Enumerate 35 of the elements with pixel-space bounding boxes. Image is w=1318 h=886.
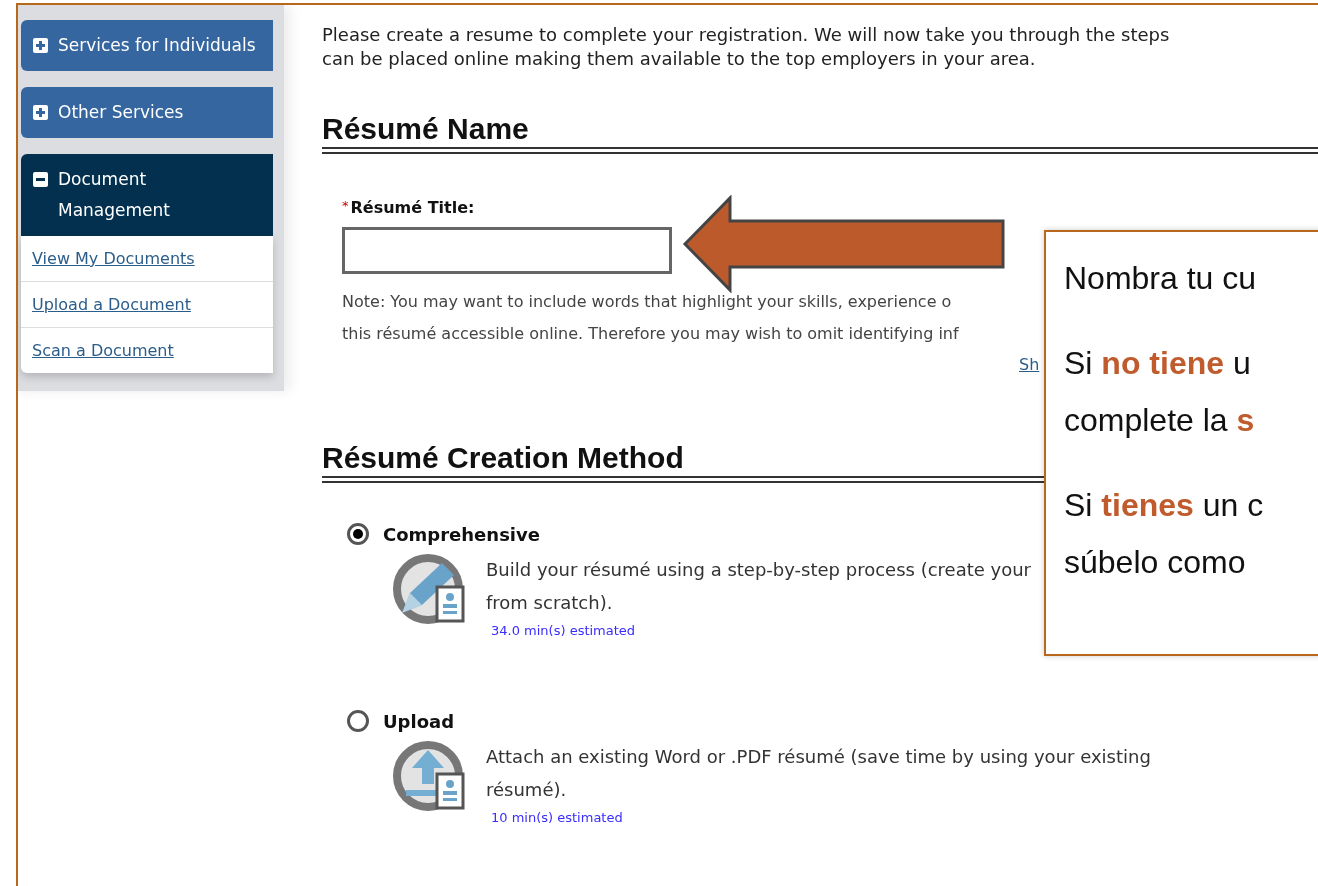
callout-text: Nombra tu cu <box>1064 259 1258 298</box>
time-estimate: 10 min(s) estimated <box>491 810 624 825</box>
option-label: Upload <box>383 710 455 732</box>
radio-button[interactable] <box>347 523 369 545</box>
resume-title-field[interactable] <box>342 227 672 274</box>
note-text: Note: You may want to include words that highlight your skills, experience o <box>342 291 952 313</box>
section-heading: Résumé Name <box>322 111 1318 154</box>
sidebar-menu-item[interactable]: Services for Individuals <box>21 20 273 71</box>
time-estimate: 34.0 min(s) estimated <box>491 623 637 638</box>
plus-icon <box>33 38 48 53</box>
intro-text: Please create a resume to complete your registration. We will now take you through the steps <box>322 23 1171 47</box>
callout-text: súbelo como <box>1064 543 1247 582</box>
upload-document-icon <box>392 740 468 812</box>
minus-icon <box>33 172 48 187</box>
option-label: Comprehensive <box>383 523 540 545</box>
submenu-link[interactable]: View My Documents <box>21 236 273 282</box>
radio-button[interactable] <box>347 710 369 732</box>
show-link[interactable]: Sh <box>1019 350 1040 380</box>
note-text: this résumé accessible online. Therefore you may wish to omit identifying inf <box>342 323 959 345</box>
intro-text: can be placed online making them available to the top employers in your area. <box>322 47 1037 71</box>
option-description: Build your résumé using a step-by-step process (create your <box>486 558 1031 582</box>
sidebar-menu-item[interactable]: Document Management <box>21 154 273 236</box>
submenu-link[interactable]: Scan a Document <box>21 328 273 373</box>
callout-text: Si tienes un c <box>1064 486 1265 525</box>
option-description: from scratch). <box>486 591 614 615</box>
field-label: Résumé Title: <box>350 198 475 217</box>
plus-icon <box>33 105 48 120</box>
pencil-document-icon <box>392 553 468 625</box>
callout-text: Si no tiene u <box>1064 344 1252 383</box>
option-description: Attach an existing Word or .PDF résumé (save time by using your existing <box>486 745 1151 769</box>
sidebar-menu-item[interactable]: Other Services <box>21 87 273 138</box>
required-asterisk: * <box>342 198 349 213</box>
submenu-link[interactable]: Upload a Document <box>21 282 273 328</box>
option-description: résumé). <box>486 778 568 802</box>
callout-text: complete la s <box>1064 401 1256 440</box>
